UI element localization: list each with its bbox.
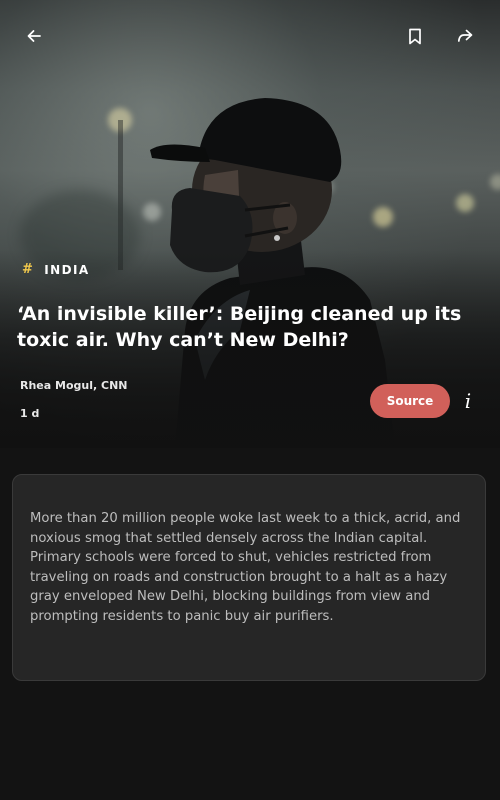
article-author: Rhea Mogul, CNN [20,379,128,392]
article-age: 1 d [20,407,40,420]
info-icon[interactable]: i [458,388,478,414]
share-button[interactable] [445,16,485,56]
back-button[interactable] [14,16,54,56]
source-button[interactable]: Source [370,384,450,418]
category-tag[interactable]: # INDIA [22,262,90,277]
article-headline: ‘An invisible killer’: Beijing cleaned u… [17,303,462,351]
bookmark-button[interactable] [395,16,435,56]
top-bar [0,0,500,72]
back-arrow-icon [27,30,41,42]
bookmark-icon [409,28,421,44]
article-summary: More than 20 million people woke last we… [30,511,461,624]
category-label: INDIA [44,262,90,277]
summary-card: More than 20 million people woke last we… [12,474,486,681]
hash-icon: # [22,262,35,277]
share-icon [457,29,473,42]
